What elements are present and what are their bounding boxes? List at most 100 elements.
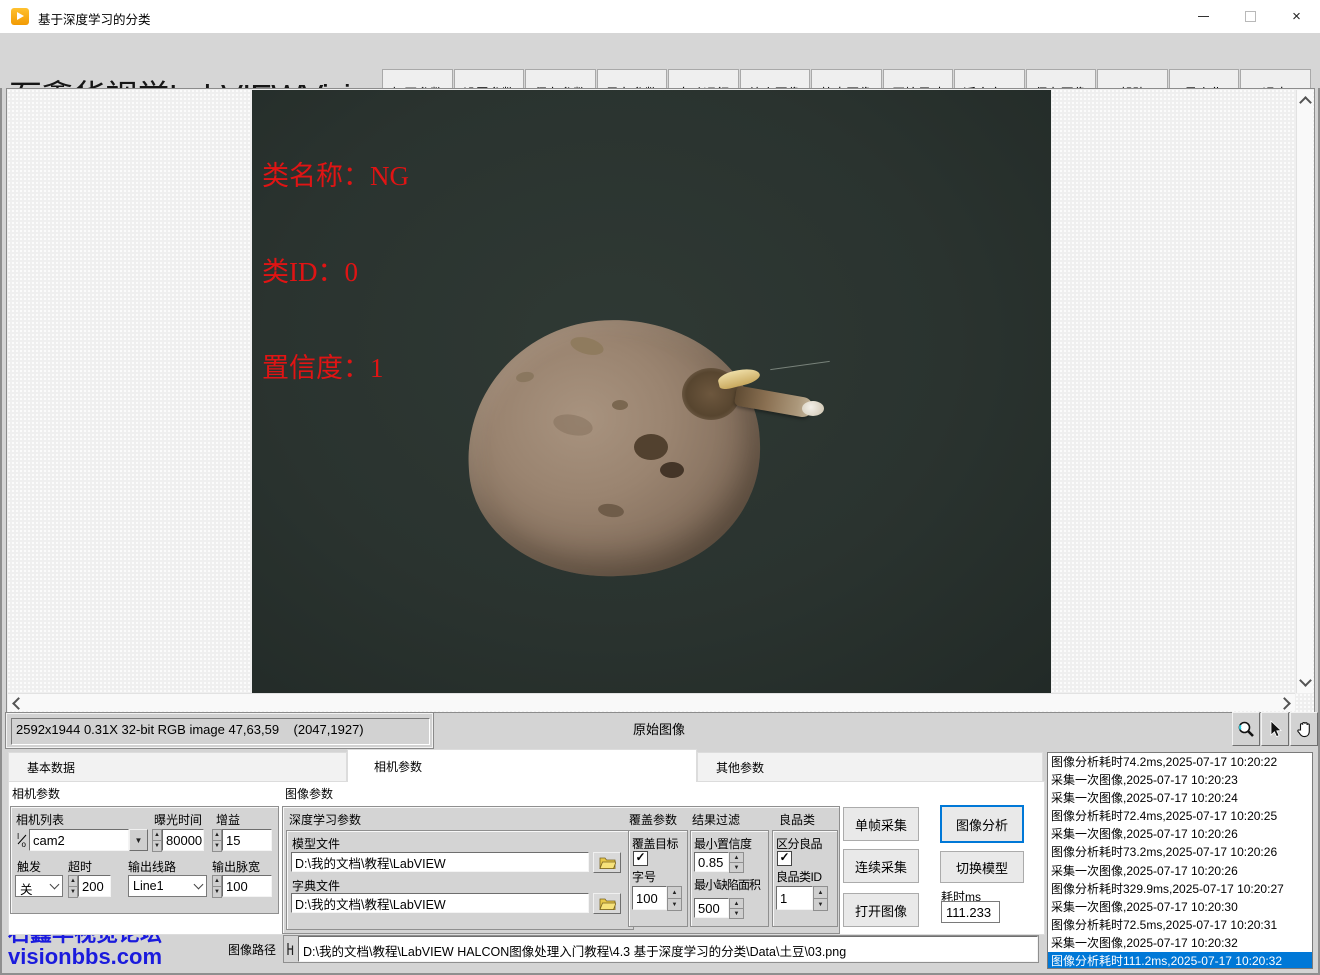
spin-down-button[interactable] xyxy=(212,840,222,852)
min-confidence-input[interactable] xyxy=(695,853,728,871)
dict-file-field[interactable] xyxy=(291,893,589,913)
good-id-input[interactable] xyxy=(777,887,812,909)
cursor-tool-button[interactable] xyxy=(1261,712,1289,746)
pan-tool-button[interactable] xyxy=(1290,712,1318,746)
chevron-down-icon[interactable] xyxy=(129,829,148,851)
tab-other-params[interactable]: 其他参数 xyxy=(697,752,1043,782)
overlay-group-title: 覆盖参数 xyxy=(629,811,677,828)
timeout-input[interactable] xyxy=(79,876,110,896)
log-item[interactable]: 图像分析耗时72.5ms,2025-07-17 10:20:31 xyxy=(1048,916,1312,934)
open-image-button[interactable]: 打开图像 xyxy=(843,893,919,927)
exposure-input[interactable] xyxy=(163,830,203,850)
model-path-input[interactable] xyxy=(292,853,588,871)
chevron-down-icon[interactable] xyxy=(46,876,62,896)
filter-group-title: 结果过滤 xyxy=(692,811,740,828)
close-button[interactable]: × xyxy=(1274,0,1319,33)
tab-basic-data[interactable]: 基本数据 xyxy=(8,752,347,782)
gain-input[interactable] xyxy=(223,830,271,850)
log-item[interactable]: 图像分析耗时72.4ms,2025-07-17 10:20:25 xyxy=(1048,807,1312,825)
continuous-capture-button[interactable]: 连续采集 xyxy=(843,849,919,883)
folder-icon xyxy=(599,897,616,910)
trigger-value: 关 xyxy=(16,876,46,896)
timeout-label: 超时 xyxy=(68,858,92,875)
gain-spinner[interactable] xyxy=(212,829,272,851)
dict-path-input[interactable] xyxy=(292,894,588,912)
good-class-checkbox[interactable] xyxy=(777,851,792,866)
pulse-width-spinner[interactable] xyxy=(212,875,272,897)
exposure-label: 曝光时间 xyxy=(154,811,202,828)
log-item-selected[interactable]: 图像分析耗时111.2ms,2025-07-17 10:20:32 xyxy=(1048,952,1312,969)
min-confidence-spinner[interactable] xyxy=(694,852,744,872)
camera-list-label: 相机列表 xyxy=(16,811,64,828)
image-path-value[interactable]: D:\我的文档\教程\LabVIEW HALCON图像处理入门教程\4.3 基于… xyxy=(298,936,1038,962)
single-capture-button[interactable]: 单帧采集 xyxy=(843,807,919,841)
classification-overlay: 类名称：NG 类ID：0 置信度：1 xyxy=(262,96,409,448)
image-title-label: 原始图像 xyxy=(633,719,685,738)
model-browse-button[interactable] xyxy=(593,852,621,873)
model-file-field[interactable] xyxy=(291,852,589,872)
spin-down-button[interactable] xyxy=(212,886,222,898)
pulse-width-input[interactable] xyxy=(223,876,271,896)
exposure-spinner[interactable] xyxy=(152,829,204,851)
analyze-image-button[interactable]: 图像分析 xyxy=(940,805,1024,843)
scroll-up-icon[interactable] xyxy=(1299,96,1312,109)
good-id-spinner[interactable] xyxy=(776,886,828,910)
camera-name-input[interactable] xyxy=(30,830,128,850)
log-item[interactable]: 采集一次图像,2025-07-17 10:20:24 xyxy=(1048,789,1312,807)
potato-fiber xyxy=(770,361,830,370)
spin-down-button[interactable] xyxy=(729,908,744,919)
timeout-spinner[interactable] xyxy=(68,875,111,897)
play-icon xyxy=(17,12,24,20)
log-item[interactable]: 采集一次图像,2025-07-17 10:20:26 xyxy=(1048,862,1312,880)
log-item[interactable]: 图像分析耗时73.2ms,2025-07-17 10:20:26 xyxy=(1048,843,1312,861)
output-line-label: 输出线路 xyxy=(128,858,176,875)
min-defect-area-spinner[interactable] xyxy=(694,898,744,918)
log-item[interactable]: 采集一次图像,2025-07-17 10:20:23 xyxy=(1048,771,1312,789)
min-defect-area-input[interactable] xyxy=(695,899,728,917)
deep-learning-title: 深度学习参数 xyxy=(289,811,361,828)
log-item[interactable]: 图像分析耗时74.2ms,2025-07-17 10:20:22 xyxy=(1048,753,1312,771)
svg-text:I: I xyxy=(17,832,19,841)
scroll-left-icon[interactable] xyxy=(12,697,25,710)
spin-down-button[interactable] xyxy=(152,840,162,852)
folder-icon xyxy=(599,856,616,869)
image-info-indicator: 2592x1944 0.31X 32-bit RGB image 47,63,5… xyxy=(11,718,430,745)
gain-label: 增益 xyxy=(216,811,240,828)
font-size-input[interactable] xyxy=(633,887,666,909)
scroll-down-icon[interactable] xyxy=(1299,674,1312,687)
log-item[interactable]: 采集一次图像,2025-07-17 10:20:32 xyxy=(1048,934,1312,952)
spin-down-button[interactable] xyxy=(68,886,78,898)
chevron-down-icon[interactable] xyxy=(190,876,206,896)
viewer-tools xyxy=(1232,712,1318,745)
horizontal-scrollbar[interactable] xyxy=(8,693,1295,711)
forum-url[interactable]: visionbbs.com xyxy=(8,944,162,970)
maximize-icon xyxy=(1245,11,1256,22)
switch-model-button[interactable]: 切换模型 xyxy=(940,851,1024,883)
vertical-scrollbar[interactable] xyxy=(1296,90,1313,693)
log-list: 图像分析耗时74.2ms,2025-07-17 10:20:22 采集一次图像,… xyxy=(1047,752,1313,969)
magnifier-icon xyxy=(1237,720,1256,739)
output-line-dropdown[interactable]: Line1 xyxy=(128,875,207,897)
overlay-class-name: 类名称：NG xyxy=(262,160,409,192)
spin-down-button[interactable] xyxy=(729,862,744,873)
min-confidence-label: 最小置信度 xyxy=(694,835,752,852)
spin-down-button[interactable] xyxy=(813,898,828,911)
log-item[interactable]: 采集一次图像,2025-07-17 10:20:30 xyxy=(1048,898,1312,916)
zoom-tool-button[interactable] xyxy=(1232,712,1260,746)
tab-camera-params[interactable]: 相机参数 xyxy=(347,749,697,782)
maximize-button[interactable] xyxy=(1228,0,1273,33)
hand-icon xyxy=(1295,720,1314,739)
potato-blemish xyxy=(634,434,668,460)
log-item[interactable]: 采集一次图像,2025-07-17 10:20:26 xyxy=(1048,825,1312,843)
log-item[interactable]: 图像分析耗时329.9ms,2025-07-17 10:20:27 xyxy=(1048,880,1312,898)
spin-down-button[interactable] xyxy=(667,898,682,911)
minimize-button[interactable] xyxy=(1181,0,1226,33)
scroll-right-icon[interactable] xyxy=(1278,697,1291,710)
overlay-target-checkbox[interactable] xyxy=(633,851,648,866)
overlay-class-id: 类ID：0 xyxy=(262,256,409,288)
image-path-control[interactable]: D:\我的文档\教程\LabVIEW HALCON图像处理入门教程\4.3 基于… xyxy=(283,935,1039,963)
font-size-spinner[interactable] xyxy=(632,886,682,910)
trigger-dropdown[interactable]: 关 xyxy=(15,875,63,897)
dict-browse-button[interactable] xyxy=(593,893,621,914)
camera-list-dropdown[interactable]: Io xyxy=(15,829,148,851)
